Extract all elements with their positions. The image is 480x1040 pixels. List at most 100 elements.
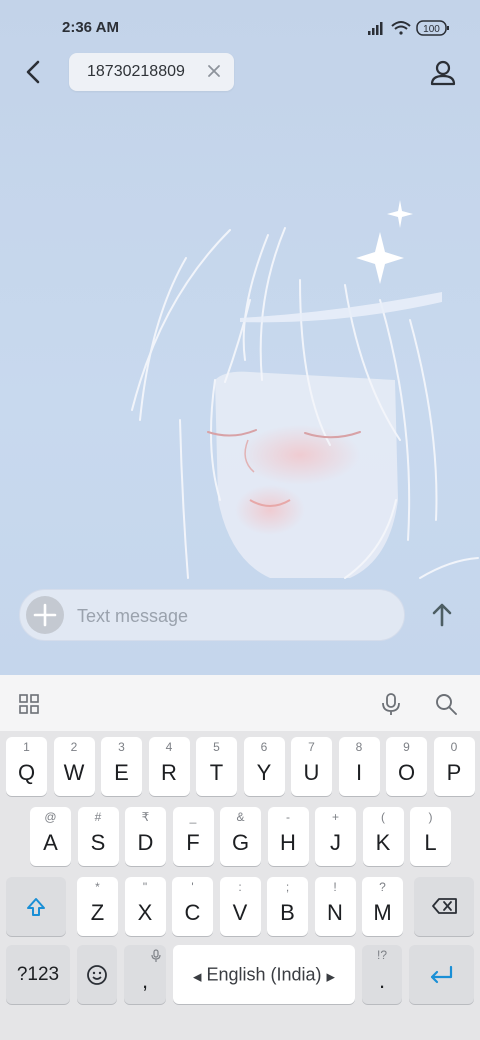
- key-r[interactable]: 4R: [148, 737, 190, 796]
- close-icon[interactable]: [206, 63, 222, 79]
- back-arrow-icon[interactable]: [18, 56, 50, 88]
- key-label: G: [231, 830, 250, 855]
- key-hint: ): [428, 810, 433, 824]
- key-hint: !: [333, 880, 337, 894]
- key-hint: ': [191, 880, 194, 894]
- key-hint: @: [44, 810, 57, 824]
- key-l[interactable]: ) L: [410, 807, 451, 866]
- key-label: P: [446, 760, 462, 785]
- key-label: X: [137, 900, 153, 925]
- key-label: U: [303, 760, 320, 785]
- wifi-icon: [391, 21, 411, 35]
- key-b[interactable]: ; B: [267, 877, 308, 936]
- status-icons: 100: [368, 20, 449, 36]
- key-label: E: [114, 760, 129, 785]
- key-c[interactable]: ' C: [172, 877, 213, 936]
- key-hint: *: [95, 880, 100, 894]
- chevron-left-icon: ◀: [192, 971, 202, 983]
- svg-text:100: 100: [423, 24, 440, 35]
- key-hint: &: [236, 810, 245, 824]
- key-hint: 7: [308, 740, 315, 754]
- key-d[interactable]: ₹ D: [125, 807, 166, 866]
- contact-icon[interactable]: [428, 58, 458, 88]
- key-u[interactable]: 7U: [291, 737, 332, 796]
- key-h[interactable]: -H: [267, 807, 309, 866]
- key-y[interactable]: 6Y: [243, 737, 285, 796]
- key-label: B: [280, 900, 295, 925]
- key-hint: 9: [403, 740, 410, 754]
- key-n[interactable]: ! N: [314, 877, 356, 936]
- key-j[interactable]: + J: [315, 807, 356, 866]
- key-q[interactable]: 1Q: [6, 737, 47, 796]
- key-hint: _: [189, 810, 197, 824]
- send-icon[interactable]: [427, 600, 457, 630]
- enter-icon: [430, 965, 453, 984]
- key-hint: 5: [213, 740, 220, 754]
- plus-icon: [33, 603, 57, 627]
- key-label: D: [137, 830, 154, 855]
- key-hint: ": [142, 880, 148, 894]
- signal-icon: [368, 22, 383, 35]
- key-label: F: [186, 830, 200, 855]
- period-key[interactable]: !? .: [362, 945, 402, 1004]
- enter-key[interactable]: [409, 945, 474, 1004]
- wallpaper: [0, 0, 480, 675]
- recipient-chip[interactable]: 18730218809: [69, 53, 234, 91]
- key-label: C: [184, 900, 201, 925]
- mic-icon[interactable]: [380, 692, 402, 716]
- comma-key[interactable]: ,: [124, 945, 166, 1004]
- key-s[interactable]: # S: [77, 807, 119, 866]
- grid-icon[interactable]: [19, 694, 39, 714]
- recipient-number: 18730218809: [87, 63, 185, 80]
- search-icon[interactable]: [435, 693, 457, 715]
- key-hint: 6: [260, 740, 268, 754]
- key-hint: 1: [23, 740, 30, 754]
- key-a[interactable]: @ A: [30, 807, 71, 866]
- key-hint: -: [286, 810, 290, 824]
- emoji-key[interactable]: [77, 945, 117, 1004]
- status-time: 2:36 AM: [62, 19, 119, 36]
- key-hint: 3: [118, 740, 125, 754]
- space-key[interactable]: ◀ English (India) ▶: [173, 945, 355, 1004]
- wallpaper-illustration: [131, 200, 479, 579]
- key-g[interactable]: & G: [220, 807, 261, 866]
- keyboard-toolbar: [0, 675, 480, 732]
- backspace-icon: [432, 898, 457, 914]
- key-k[interactable]: (K: [362, 807, 404, 866]
- space-label: English (India): [206, 964, 322, 984]
- key-label: S: [90, 830, 106, 855]
- key-label: K: [375, 830, 391, 855]
- key-w[interactable]: 2W: [53, 737, 95, 796]
- key-o[interactable]: 9O: [386, 737, 427, 796]
- key-label: H: [280, 830, 296, 855]
- mic-icon: [151, 949, 161, 962]
- key-hint: (: [381, 810, 385, 824]
- key-m[interactable]: ? M: [362, 877, 403, 936]
- key-e[interactable]: 3E: [101, 737, 142, 796]
- key-hint: #: [94, 810, 102, 824]
- symbols-key[interactable]: ?123: [6, 945, 70, 1004]
- message-input[interactable]: Text message: [77, 606, 188, 627]
- shift-icon: [27, 898, 45, 916]
- key-label: Z: [90, 900, 105, 925]
- key-i[interactable]: 8I: [338, 737, 380, 796]
- key-p[interactable]: 0P: [433, 737, 475, 796]
- key-z[interactable]: * Z: [77, 877, 118, 936]
- key-t[interactable]: 5T: [196, 737, 237, 796]
- key-label: M: [373, 900, 392, 925]
- backspace-key[interactable]: [414, 877, 474, 936]
- key-label: N: [327, 900, 343, 925]
- key-label: A: [43, 830, 58, 855]
- keyboard: 1 Q 2 W 3 E 4 R 5 T 6 Y 7 U 8 I 9 O 0 P @ A # S ₹ D _ F & G - H + J(K) L * Z…: [0, 731, 480, 1040]
- key-x[interactable]: " X: [124, 877, 166, 936]
- message-composer[interactable]: Text message: [19, 589, 405, 641]
- key-hint: 0: [450, 740, 458, 754]
- add-attachment-button[interactable]: [26, 596, 64, 634]
- key-label: Y: [256, 760, 272, 785]
- key-label: Q: [17, 760, 36, 785]
- key-v[interactable]: :V: [219, 877, 261, 936]
- status-bar: 2:36 AM 100: [0, 0, 480, 56]
- shift-key[interactable]: [6, 877, 66, 936]
- key-hint: ?: [379, 880, 386, 894]
- key-f[interactable]: _ F: [172, 807, 214, 866]
